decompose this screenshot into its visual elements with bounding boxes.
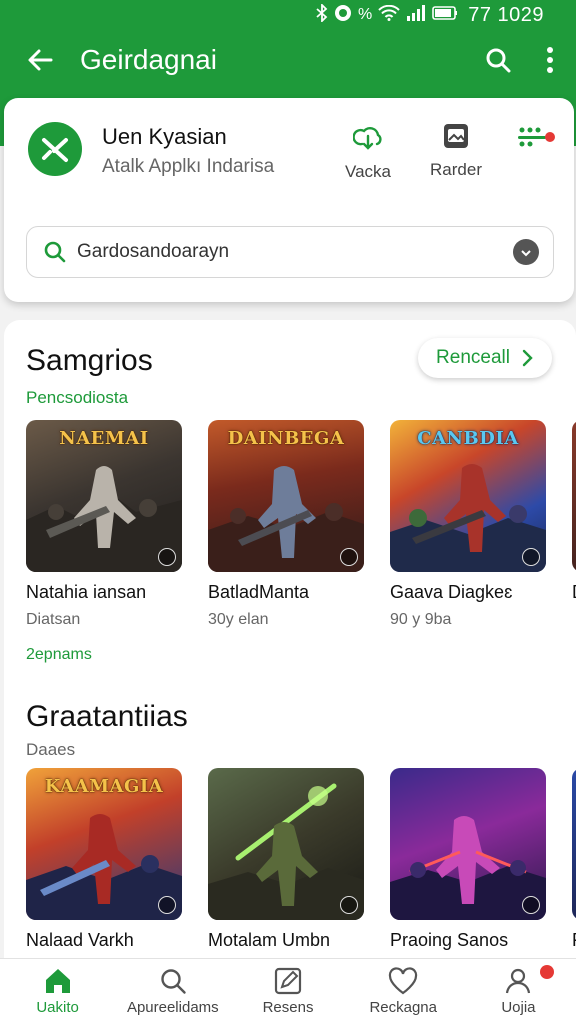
game-name: Praoing Sanos <box>390 930 509 950</box>
search-icon <box>486 48 511 73</box>
card-action-label: Rarder <box>430 160 482 179</box>
image-icon <box>444 124 468 148</box>
game-cover: KAAMAGIA <box>26 768 182 920</box>
game-tile[interactable]: DAINBEGA BatladManta 30y elan <box>208 420 364 629</box>
status-bar: % 77 1029 <box>0 0 576 30</box>
nav-label: Reckagna <box>369 999 437 1016</box>
game-cover: NAEMAI <box>26 420 182 572</box>
nav-item-search[interactable]: Apureelidams <box>115 959 230 1024</box>
card-action-more[interactable] <box>500 122 572 162</box>
see-all-label: Renceall <box>436 347 510 368</box>
battery-icon <box>432 5 458 25</box>
nav-label: Uakito <box>36 999 79 1016</box>
game-name: Natahia iansan <box>26 582 147 602</box>
game-cover <box>572 768 576 920</box>
app-screen: % 77 1029 Geirdagnai Uen Kyasian Atalk A… <box>0 0 576 1024</box>
app-subtitle: Atalk Applkı Indarisa <box>102 156 275 177</box>
more-link[interactable]: 2epnams <box>26 646 92 664</box>
app-info-card: Uen Kyasian Atalk Applkı Indarisa Vacka … <box>4 98 574 302</box>
home-icon <box>45 969 70 993</box>
top-app-bar: Geirdagnai <box>0 30 576 90</box>
search-input-text: Gardosandoarayn <box>77 241 230 262</box>
edit-icon <box>274 967 302 995</box>
shield-icon[interactable] <box>513 239 539 265</box>
game-name: Nalaad Varkh <box>26 930 134 950</box>
game-tile[interactable]: D <box>572 420 576 611</box>
game-cover-title: NAEMAI <box>59 428 149 449</box>
game-name: F <box>572 930 576 951</box>
bluetooth-icon <box>316 2 328 26</box>
section-subtitle: Daaes <box>26 740 76 759</box>
badge-icon <box>158 548 176 566</box>
arrow-left-icon <box>28 49 53 71</box>
wifi-icon <box>378 4 400 25</box>
cloud-download-icon <box>353 127 382 150</box>
percent-icon: % <box>357 6 373 23</box>
back-button[interactable] <box>0 30 80 90</box>
game-cover-title: DAINBEGA <box>227 428 345 449</box>
bottom-navigation: Uakito Apureelidams Resens Reckagna Uoji… <box>0 958 576 1024</box>
search-icon <box>41 238 69 266</box>
overflow-menu-button[interactable] <box>524 30 576 90</box>
search-input[interactable]: Gardosandoarayn <box>26 226 554 278</box>
section-subtitle: Pencsodiosta <box>26 388 129 407</box>
heart-icon <box>389 967 418 995</box>
alarm-icon <box>334 4 352 26</box>
game-tile[interactable]: Praoing Sanos <box>390 768 546 951</box>
badge-icon <box>522 548 540 566</box>
nav-item-home[interactable]: Uakito <box>0 959 115 1024</box>
see-all-button[interactable]: Renceall <box>418 338 552 378</box>
status-time: 77 1029 <box>468 3 544 26</box>
app-name: Uen Kyasian <box>102 124 227 149</box>
game-cover: DAINBEGA <box>208 420 364 572</box>
game-cover <box>390 768 546 920</box>
game-tile[interactable]: KAAMAGIA Nalaad Varkh <box>26 768 182 951</box>
search-button[interactable] <box>472 30 524 90</box>
game-cover: CANBDIA <box>390 420 546 572</box>
game-meta: 90 y 9ba <box>390 611 452 628</box>
notification-dot <box>540 965 555 979</box>
nav-label: Uojia <box>501 999 536 1016</box>
game-name: Motalam Umbn <box>208 930 331 950</box>
game-tile[interactable]: F <box>572 768 576 951</box>
game-row: NAEMAI Natahia iansan Diatsan DAINBEGA B… <box>26 420 576 650</box>
app-logo-icon <box>42 138 68 162</box>
game-tile[interactable]: NAEMAI Natahia iansan Diatsan <box>26 420 182 629</box>
nav-item-profile[interactable]: Uojia <box>461 959 576 1024</box>
game-name: Gaava Diagkeɛ <box>390 582 513 602</box>
profile-icon <box>506 968 531 994</box>
game-cover <box>208 768 364 920</box>
game-cover <box>572 420 576 572</box>
content-panel: Samgrios Pencsodiosta Renceall NAEMAI Na… <box>4 320 576 960</box>
card-action-image[interactable]: Rarder <box>420 122 492 180</box>
game-name: BatladManta <box>208 582 310 602</box>
game-name: D <box>572 582 576 603</box>
nav-label: Apureelidams <box>126 999 219 1016</box>
badge-icon <box>340 896 358 914</box>
card-action-download[interactable]: Vacka <box>332 122 404 182</box>
more-dots-icon <box>518 127 555 147</box>
game-meta: 30y elan <box>208 611 269 628</box>
more-vert-icon <box>547 47 553 73</box>
badge-icon <box>340 548 358 566</box>
card-action-label: Vacka <box>345 162 391 181</box>
game-tile[interactable]: Motalam Umbn <box>208 768 364 951</box>
game-cover-title: KAAMAGIA <box>44 776 164 797</box>
search-icon <box>161 969 186 994</box>
page-title: Geirdagnai <box>80 44 217 75</box>
game-tile[interactable]: CANBDIA Gaava Diagkeɛ 90 y 9ba <box>390 420 546 629</box>
app-logo <box>28 122 82 176</box>
nav-item-favorites[interactable]: Reckagna <box>346 959 461 1024</box>
nav-item-edit[interactable]: Resens <box>230 959 345 1024</box>
badge-icon <box>158 896 176 914</box>
nav-label: Resens <box>262 999 314 1016</box>
chevron-right-icon <box>522 349 533 367</box>
section-title: Samgrios <box>26 344 153 377</box>
signal-icon <box>406 5 426 25</box>
section-title: Graatantiias <box>26 700 188 733</box>
badge-icon <box>522 896 540 914</box>
game-meta: Diatsan <box>26 611 81 628</box>
game-cover-title: CANBDIA <box>417 428 519 449</box>
